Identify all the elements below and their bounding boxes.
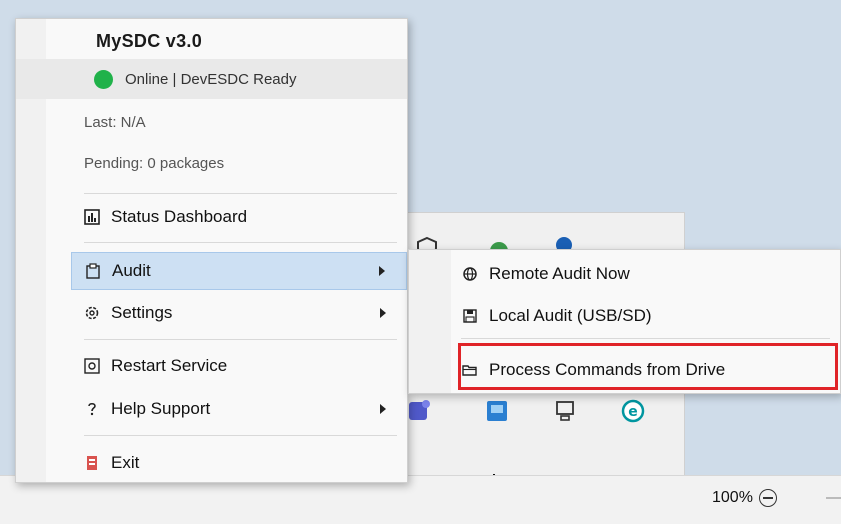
submenu-arrow-icon [380,308,386,318]
local-audit-label: Local Audit (USB/SD) [489,306,652,325]
remote-audit-now-label: Remote Audit Now [489,264,630,283]
bar-chart-icon [84,209,100,225]
callout-highlight-box [458,343,838,390]
zoom-level: 100% [712,489,753,506]
status-row: Online | DevESDC Ready [16,59,407,99]
settings-label: Settings [111,303,173,322]
globe-icon [463,267,477,281]
pending-packages-text: Pending: 0 packages [84,154,225,172]
context-menu: MySDC v3.0 Online | DevESDC Ready Last: … [15,18,408,483]
audit-label: Audit [112,261,151,280]
exit-menu-item[interactable]: Exit [71,444,407,482]
status-dashboard-label: Status Dashboard [111,207,248,226]
help-support-label: Help Support [111,399,211,418]
separator [461,338,830,339]
separator [84,193,397,194]
separator [84,435,397,436]
zoom-out-icon[interactable] [758,489,777,507]
restart-service-label: Restart Service [111,356,228,375]
local-audit-menu-item[interactable]: Local Audit (USB/SD) [461,297,652,335]
exit-icon [87,456,97,470]
settings-menu-item[interactable]: Settings [71,294,407,332]
menu-title: MySDC v3.0 [96,30,203,51]
submenu-arrow-icon [380,404,386,414]
network-tray-icon[interactable] [484,398,510,424]
restart-service-menu-item[interactable]: Restart Service [71,347,407,385]
separator [84,242,397,243]
restart-icon [84,358,100,374]
submenu-gutter [409,250,451,393]
eset-icon[interactable]: e [620,398,646,424]
gear-icon [85,306,99,320]
zoom-slider[interactable] [826,497,841,499]
audit-menu-item[interactable]: Audit [71,252,407,290]
computer-tray-icon[interactable] [552,398,578,424]
online-status-icon [94,69,113,89]
submenu-arrow-icon [379,266,385,276]
help-icon [88,402,96,416]
separator [84,339,397,340]
status-text: Online | DevESDC Ready [125,70,297,88]
help-support-menu-item[interactable]: Help Support [71,390,407,428]
floppy-icon [463,309,477,323]
svg-text:e: e [628,404,638,420]
zoom-control: 100% [712,489,777,507]
status-dashboard-menu-item[interactable]: Status Dashboard [71,198,407,236]
last-audit-text: Last: N/A [84,113,146,131]
clipboard-icon [86,263,100,279]
teams-icon[interactable] [406,398,432,424]
exit-label: Exit [111,453,140,472]
remote-audit-now-menu-item[interactable]: Remote Audit Now [461,255,630,293]
